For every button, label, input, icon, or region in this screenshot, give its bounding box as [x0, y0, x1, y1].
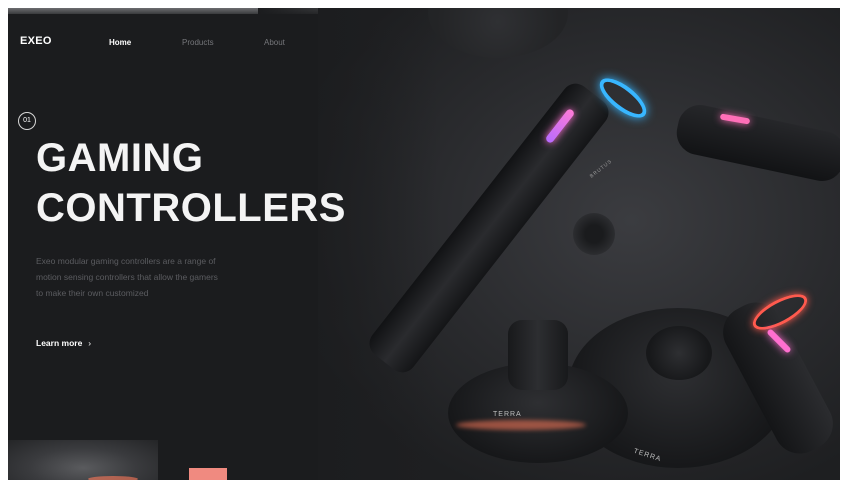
nav-link-about[interactable]: About	[264, 38, 285, 47]
top-nav: EXEO Home Products About	[8, 8, 840, 68]
photo-fade	[258, 8, 438, 480]
bottom-strip	[8, 480, 840, 489]
description-line-1: Exeo modular gaming controllers are a ra…	[36, 256, 216, 266]
slide-number: 01	[18, 112, 36, 130]
chevron-right-icon: ›	[88, 338, 92, 348]
title-line-1: GAMING	[36, 136, 204, 180]
dock-brand-label: TERRA	[493, 411, 522, 418]
description-line-2: motion sensing controllers that allow th…	[36, 272, 218, 282]
nav-link-products[interactable]: Products	[182, 38, 214, 47]
nav-link-home[interactable]: Home	[109, 38, 131, 47]
controller-knob	[573, 213, 615, 255]
hero-page: BRUTUS TERRA TERRA EXEO Home Products Ab…	[8, 8, 840, 480]
title-line-2: CONTROLLERS	[36, 186, 346, 230]
logo[interactable]: EXEO	[20, 35, 52, 47]
dock-glow	[456, 420, 586, 430]
dock-cylinder-small	[508, 320, 568, 390]
hero-description: Exeo modular gaming controllers are a ra…	[36, 253, 276, 301]
learn-more-label: Learn more	[36, 338, 83, 348]
page-title: GAMING CONTROLLERS	[36, 133, 346, 233]
dock-cylinder-large	[646, 326, 712, 380]
description-line-3: to make their own customized	[36, 288, 149, 298]
slide-thumbnail[interactable]	[8, 440, 158, 480]
slide-progress-accent[interactable]	[189, 468, 227, 480]
learn-more-link[interactable]: Learn more ›	[36, 338, 91, 348]
